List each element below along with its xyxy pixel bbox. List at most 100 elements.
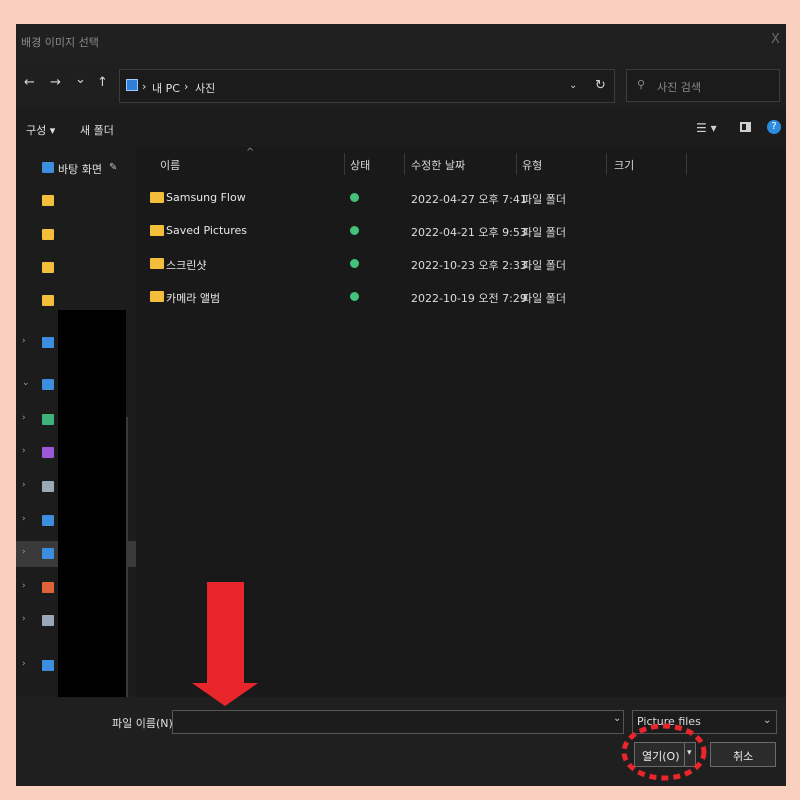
folder-icon (150, 258, 164, 269)
address-history-dropdown-icon[interactable]: ⌄ (569, 80, 577, 91)
column-divider[interactable] (686, 153, 687, 175)
expand-chevron-icon[interactable]: › (22, 614, 26, 624)
folder-icon (150, 291, 164, 302)
sidebar-item[interactable] (16, 188, 136, 214)
expand-chevron-icon[interactable]: › (22, 659, 26, 669)
column-header-type[interactable]: 유형 (522, 157, 542, 173)
pictures-location-icon (126, 79, 138, 91)
open-button[interactable]: 열기(O) ▾ (634, 742, 696, 767)
expand-chevron-icon[interactable]: › (22, 336, 26, 346)
file-row[interactable]: 카메라 앨범 2022-10-19 오전 7:29 파일 폴더 (136, 282, 696, 312)
file-type-select[interactable]: Picture files ⌄ (632, 710, 777, 734)
filename-history-dropdown-icon[interactable]: ⌄ (613, 713, 621, 724)
recent-locations-chevron-icon[interactable]: ⌄ (75, 72, 86, 87)
expand-chevron-icon[interactable]: › (22, 547, 26, 557)
file-name: 카메라 앨범 (166, 292, 221, 305)
document-icon (42, 481, 54, 492)
column-header-size[interactable]: 크기 (614, 157, 634, 173)
expand-chevron-icon[interactable]: › (22, 446, 26, 456)
breadcrumb-separator: › (184, 80, 189, 93)
file-type: 파일 폴더 (522, 259, 566, 272)
drive-icon (42, 615, 54, 626)
split-divider (684, 743, 685, 766)
sync-status-check-icon (350, 193, 359, 202)
filename-label: 파일 이름(N): (112, 717, 177, 730)
breadcrumb-separator: › (142, 80, 147, 93)
onedrive-icon (42, 337, 54, 348)
video-icon (42, 447, 54, 458)
chevron-down-icon: ⌄ (763, 715, 772, 726)
close-icon[interactable]: X (771, 32, 780, 47)
breadcrumb-this-pc[interactable]: 내 PC (152, 80, 180, 96)
open-options-dropdown-icon[interactable]: ▾ (687, 748, 692, 758)
address-bar[interactable]: › 내 PC › 사진 ⌄ ↻ (119, 69, 615, 103)
sync-status-check-icon (350, 292, 359, 301)
sync-status-check-icon (350, 226, 359, 235)
column-divider[interactable] (516, 153, 517, 175)
search-icon: ⚲ (637, 78, 646, 91)
folder-icon (42, 195, 54, 206)
file-open-dialog: 배경 이미지 선택 X ← → ⌄ ↑ › 내 PC › 사진 ⌄ ↻ ⚲ 사진… (16, 24, 786, 786)
view-options-icon[interactable]: ☰ ▾ (696, 121, 717, 135)
expand-chevron-icon[interactable]: › (22, 480, 26, 490)
expand-chevron-icon[interactable]: ⌄ (22, 378, 30, 388)
breadcrumb-pictures[interactable]: 사진 (195, 80, 215, 96)
file-modified-date: 2022-04-27 오후 7:41 (411, 193, 527, 206)
forward-arrow-icon[interactable]: → (50, 75, 61, 90)
column-divider[interactable] (404, 153, 405, 175)
file-row[interactable]: Saved Pictures 2022-04-21 오후 9:53 파일 폴더 (136, 216, 696, 246)
expand-chevron-icon[interactable]: › (22, 514, 26, 524)
folder-icon (42, 262, 54, 273)
pin-icon: ✎ (109, 162, 118, 173)
window-title: 배경 이미지 선택 (21, 36, 99, 49)
expand-chevron-icon[interactable]: › (22, 581, 26, 591)
column-divider[interactable] (606, 153, 607, 175)
pictures-icon (42, 548, 54, 559)
back-arrow-icon[interactable]: ← (24, 75, 35, 90)
network-icon (42, 660, 54, 671)
desktop-icon (42, 162, 54, 173)
file-type: 파일 폴더 (522, 292, 566, 305)
file-row[interactable]: Samsung Flow 2022-04-27 오후 7:41 파일 폴더 (136, 183, 696, 213)
command-bar: 구성 ▾ 새 폴더 ☰ ▾ ? (16, 107, 786, 147)
sort-ascending-icon: ^ (246, 147, 255, 158)
column-divider[interactable] (344, 153, 345, 175)
file-list: ^ 이름 상태 수정한 날짜 유형 크기 Samsung Flow 2022-04… (136, 147, 786, 697)
cancel-button[interactable]: 취소 (710, 742, 776, 767)
sidebar-item[interactable]: 바탕 화면 ✎ (16, 155, 136, 181)
expand-chevron-icon[interactable]: › (22, 413, 26, 423)
preview-pane-icon[interactable] (740, 122, 751, 132)
navigation-pane: 바탕 화면✎›C⌄L››››››››네트워크 (16, 147, 136, 786)
filename-input[interactable] (172, 710, 624, 734)
file-type: 파일 폴더 (522, 226, 566, 239)
organize-menu-button[interactable]: 구성 ▾ (26, 122, 55, 138)
sidebar-item[interactable] (16, 255, 136, 281)
file-type: 파일 폴더 (522, 193, 566, 206)
file-name: Saved Pictures (166, 224, 248, 237)
search-box[interactable]: ⚲ 사진 검색 (626, 69, 780, 102)
cancel-button-label: 취소 (733, 750, 754, 763)
navigation-bar: ← → ⌄ ↑ › 내 PC › 사진 ⌄ ↻ ⚲ 사진 검색 (16, 59, 786, 107)
pc-icon (42, 379, 54, 390)
file-modified-date: 2022-10-19 오전 7:29 (411, 292, 527, 305)
sync-status-check-icon (350, 259, 359, 268)
music-icon (42, 582, 54, 593)
file-modified-date: 2022-10-23 오후 2:33 (411, 259, 527, 272)
download-icon (42, 414, 54, 425)
column-header-name[interactable]: 이름 (160, 157, 180, 173)
dialog-footer: 파일 이름(N): ⌄ Picture files ⌄ 열기(O) ▾ 취소 (16, 697, 786, 786)
help-icon[interactable]: ? (767, 120, 781, 134)
column-header-modified[interactable]: 수정한 날짜 (411, 157, 465, 173)
folder-icon (42, 295, 54, 306)
file-type-value: Picture files (637, 715, 701, 728)
new-folder-button[interactable]: 새 폴더 (80, 122, 114, 138)
sidebar-item[interactable] (16, 222, 136, 248)
open-button-label: 열기(O) (642, 750, 680, 763)
up-arrow-icon[interactable]: ↑ (97, 75, 108, 90)
folder-icon (42, 229, 54, 240)
column-header-status[interactable]: 상태 (350, 157, 370, 173)
file-name: 스크린샷 (166, 259, 207, 272)
refresh-icon[interactable]: ↻ (595, 78, 606, 93)
file-row[interactable]: 스크린샷 2022-10-23 오후 2:33 파일 폴더 (136, 249, 696, 279)
desktop-icon (42, 515, 54, 526)
